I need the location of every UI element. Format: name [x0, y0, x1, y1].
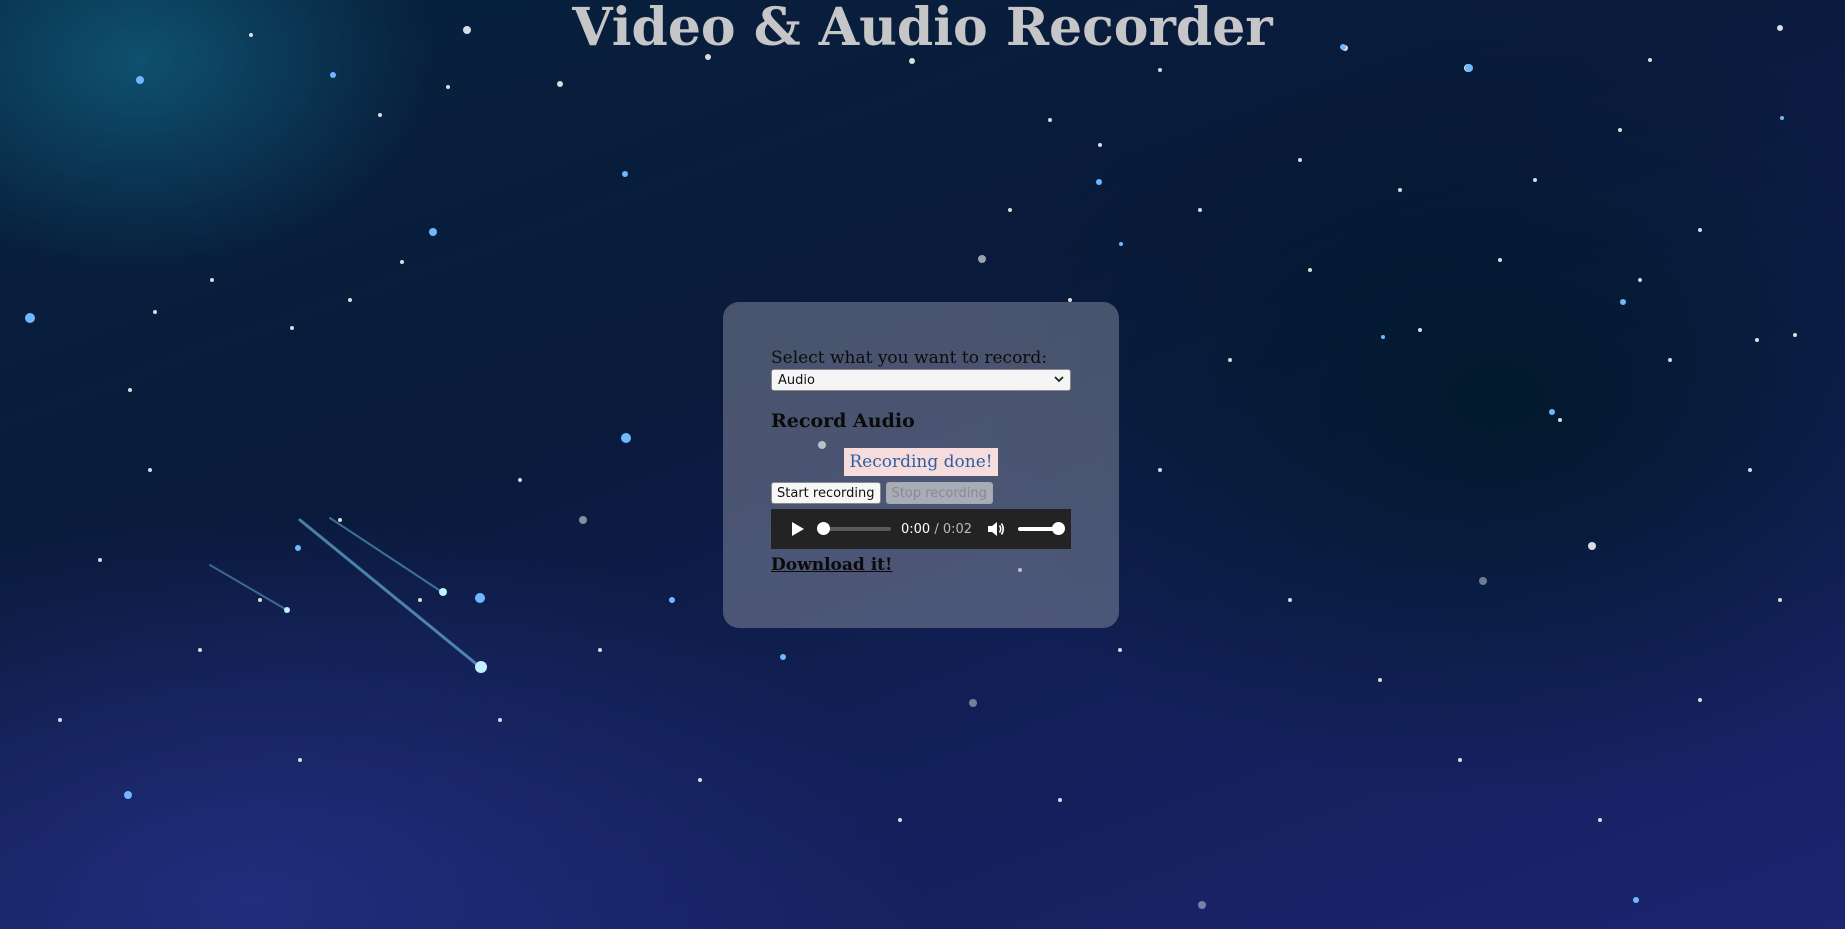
- current-time: 0:00: [901, 521, 931, 537]
- record-type-select-value: Audio: [778, 372, 815, 388]
- stop-recording-button[interactable]: Stop recording: [885, 482, 993, 504]
- recorder-form: Select what you want to record: Audio Re…: [771, 348, 1071, 575]
- time-display: 0:00 / 0:02: [901, 522, 972, 537]
- volume-icon[interactable]: [986, 519, 1006, 539]
- chevron-down-icon: [1054, 375, 1064, 386]
- play-icon[interactable]: [787, 518, 809, 540]
- audio-player: 0:00 / 0:02: [771, 509, 1071, 549]
- download-link[interactable]: Download it!: [771, 555, 892, 575]
- recording-controls: Start recording Stop recording: [771, 482, 1071, 504]
- time-separator: /: [930, 521, 943, 537]
- section-title: Record Audio: [771, 410, 915, 432]
- duration: 0:02: [942, 521, 973, 537]
- seek-slider[interactable]: [817, 522, 891, 535]
- page-title: Video & Audio Recorder: [572, 0, 1273, 58]
- volume-slider[interactable]: [1018, 522, 1066, 535]
- status-row: Recording done!: [771, 448, 1071, 478]
- record-type-label: Select what you want to record:: [771, 348, 1048, 368]
- status-badge: Recording done!: [844, 448, 998, 476]
- seek-thumb[interactable]: [817, 522, 830, 535]
- recorder-panel: Select what you want to record: Audio Re…: [723, 302, 1119, 628]
- start-recording-button[interactable]: Start recording: [771, 482, 881, 504]
- record-type-select[interactable]: Audio: [771, 369, 1071, 391]
- volume-thumb[interactable]: [1052, 522, 1066, 535]
